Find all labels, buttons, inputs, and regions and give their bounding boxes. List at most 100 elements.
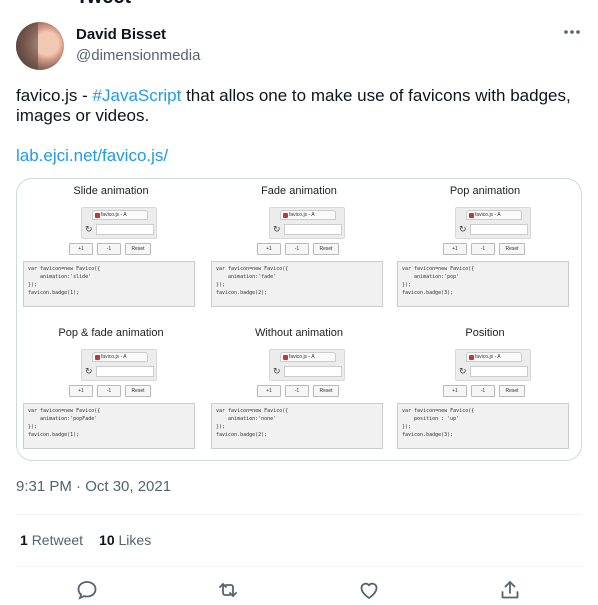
plus-one-button: +1 [69,385,93,397]
demo-title: Pop animation [449,185,521,197]
browser-tab-label: favico.js - A [475,354,501,360]
demo-panel: Pop & fade animation favico.js - A ↻ +1 -1 Re… [17,321,205,460]
demo-buttons: +1 -1 Reset [69,243,151,255]
browser-tab: favico.js - A [280,352,336,362]
plus-one-button: +1 [257,243,281,255]
browser-mockup: favico.js - A ↻ [81,207,157,239]
external-link[interactable]: lab.ejci.net/favico.js/ [16,146,168,166]
author-name[interactable]: David Bisset [76,26,166,43]
timestamp[interactable]: 9:31 PM · Oct 30, 2021 [16,478,171,495]
reload-icon: ↻ [85,366,93,376]
demo-title: Without animation [254,327,344,339]
browser-mockup: favico.js - A ↻ [455,349,531,381]
tweet-text: favico.js - #JavaScript that allos one t… [16,86,576,126]
demo-buttons: +1 -1 Reset [257,385,339,397]
browser-tab-label: favico.js - A [289,212,315,218]
demo-panel: Without animation favico.js - A ↻ +1 -1 Reset… [205,321,393,460]
demo-panel: Position favico.js - A ↻ +1 -1 Reset var favic… [391,321,579,460]
reload-icon: ↻ [85,224,93,234]
browser-mockup: favico.js - A ↻ [455,207,531,239]
browser-tab: favico.js - A [92,352,148,362]
address-bar [470,224,528,235]
address-bar [96,224,154,235]
demo-title: Position [465,327,505,339]
browser-tab: favico.js - A [280,210,336,220]
retweet-label: Retweet [31,532,84,548]
minus-one-button: -1 [471,243,495,255]
browser-tab-label: favico.js - A [475,212,501,218]
browser-tab: favico.js - A [466,352,522,362]
reset-button: Reset [499,385,525,397]
demo-title: Pop & fade animation [58,327,164,339]
likes-count-link[interactable]: 10 Likes [99,532,151,548]
address-bar [96,366,154,377]
code-snippet: var favicon=new Favico({ position : 'up'… [397,403,569,449]
media-image[interactable]: Slide animation favico.js - A ↻ +1 -1 Reset va… [16,178,582,461]
reply-icon[interactable] [75,578,99,602]
code-snippet: var favicon=new Favico({ animation:'none… [211,403,383,449]
like-icon[interactable] [357,578,381,602]
retweet-count: 1 [20,532,28,548]
tweet-header: David Bisset @dimensionmedia [16,22,582,72]
plus-one-button: +1 [69,243,93,255]
divider [16,514,582,515]
avatar[interactable] [16,22,64,70]
more-dots-icon[interactable] [562,22,582,47]
share-icon[interactable] [498,578,522,602]
author-handle[interactable]: @dimensionmedia [76,47,200,64]
likes-label: Likes [118,532,152,548]
browser-tab-label: favico.js - A [101,212,127,218]
minus-one-button: -1 [285,385,309,397]
demo-title: Slide animation [73,185,149,197]
reset-button: Reset [125,385,151,397]
code-snippet: var favicon=new Favico({ animation:'pop'… [397,261,569,307]
plus-one-button: +1 [443,385,467,397]
plus-one-button: +1 [443,243,467,255]
retweet-icon[interactable] [216,578,240,602]
browser-mockup: favico.js - A ↻ [269,349,345,381]
address-bar [284,366,342,377]
demo-panel: Pop animation favico.js - A ↻ +1 -1 Reset var … [391,179,579,319]
minus-one-button: -1 [471,385,495,397]
engagement-stats: 1 Retweet 10 Likes [20,532,151,548]
browser-tab: favico.js - A [466,210,522,220]
reset-button: Reset [313,243,339,255]
reset-button: Reset [125,243,151,255]
browser-mockup: favico.js - A ↻ [269,207,345,239]
address-bar [284,224,342,235]
browser-tab: favico.js - A [92,210,148,220]
page-title-cut: Tweet [76,0,131,9]
favicon-icon [469,213,474,218]
action-bar [0,578,598,602]
browser-mockup: favico.js - A ↻ [81,349,157,381]
reload-icon: ↻ [273,224,281,234]
reset-button: Reset [499,243,525,255]
minus-one-button: -1 [97,385,121,397]
favicon-icon [469,355,474,360]
demo-buttons: +1 -1 Reset [257,243,339,255]
code-snippet: var favicon=new Favico({ animation:'slid… [23,261,195,307]
retweet-count-link[interactable]: 1 Retweet [20,532,83,548]
demo-panel: Fade animation favico.js - A ↻ +1 -1 Reset var… [205,179,393,319]
demo-panel: Slide animation favico.js - A ↻ +1 -1 Reset va… [17,179,205,319]
plus-one-button: +1 [257,385,281,397]
hashtag-link[interactable]: #JavaScript [93,86,182,105]
minus-one-button: -1 [97,243,121,255]
tweet-text-part: favico.js - [16,86,93,105]
browser-tab-label: favico.js - A [289,354,315,360]
favicon-icon [95,213,100,218]
code-snippet: var favicon=new Favico({ animation:'fade… [211,261,383,307]
browser-tab-label: favico.js - A [101,354,127,360]
favicon-icon [95,355,100,360]
demo-title: Fade animation [261,185,337,197]
reload-icon: ↻ [459,224,467,234]
reload-icon: ↻ [459,366,467,376]
demo-buttons: +1 -1 Reset [69,385,151,397]
likes-count: 10 [99,532,115,548]
minus-one-button: -1 [285,243,309,255]
reset-button: Reset [313,385,339,397]
address-bar [470,366,528,377]
demo-buttons: +1 -1 Reset [443,385,525,397]
code-snippet: var favicon=new Favico({ animation:'popF… [23,403,195,449]
divider [16,566,582,567]
